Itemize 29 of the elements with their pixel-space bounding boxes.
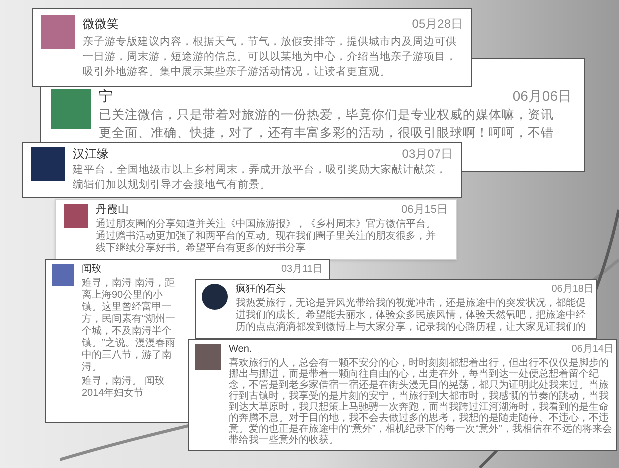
comment-text: 我热爱旅行，无论是异风光带给我的视觉冲击，还是旅途中的突发状况，都能促进我们的成长。希望能去丽水，体验众多民族风情，体验天然氧吧，把旅途中经历的点点滴滴都发到微博上与大家分享，记录我的心路历程，让大家见证我们的 [236,298,587,334]
user-name: Wen. [229,344,252,356]
comment-date: 03月11日 [281,264,323,276]
photo-placeholder [202,284,228,310]
photo-placeholder [31,147,65,181]
comment-date: 06月18日 [552,284,594,296]
user-name: 疯狂的石头 [236,284,286,296]
user-name: 汉江缘 [73,147,109,161]
comment-date: 06月06日 [512,89,572,104]
comment-text: 喜欢旅行的人，总会有一颗不安分的心，时时刻刻都想着出行，但出行不仅仅是脚步的挪出与挪进，而是带着一颗向往自由的心，出走在外，每当到达一处便总想着留个纪念，不管是到老乡家借宿一宿还是在街头漫无目的晃荡，都只为证明此处我来过。当旅行到古镇时，我享受的是片刻的安宁，当旅行到大都市时，我感慨的节奏的跳动，当我到达大草原时，我只想策上马驰骋一次奔跑，而当我跨过江河湖海时，我看到的是生命的奔腾不息。对于目的地，我不会去做过多的思考，我想的是随走随停、不违心，不违意。爱的也正是在旅途中的“意外”，相机纪录下的每一次“意外”，我相信在不远的将来会带给我一些意外的收获。 [229,358,614,446]
photo-placeholder [64,204,88,228]
comment-date: 06月15日 [402,204,448,217]
comment-date: 05月28日 [412,16,463,33]
comment-text: 难寻，南浔 南浔，距离上海90公里的小镇。这里曾经富甲一方，民间素有“湖州一个城，不及南浔半个镇。”之说。漫漫春雨中的三八节，游了南浔。 [82,278,176,374]
comment-date: 03月07日 [402,147,453,161]
comment-date: 06月14日 [572,344,614,356]
user-name: 宁 [99,89,113,104]
comment-text: 亲子游专版建议内容，根据天气，节气，放假安排等，提供城市内及周边可供一日游，周末游，短途游的信息。可以以某地为中心，介绍当地亲子游项目，吸引外地游客。集中展示某些亲子游活动情况，让读者更直观。 [83,35,458,80]
photo-placeholder [52,264,74,286]
comment-text: 通过朋友圈的分享知道并关注《中国旅游报》，《乡村周末》官方微信平台。通过赠书活动更加强了和两平台的互动。现在我们圈子里关注的朋友很多，并线下继续分享好书。希望平台有更多的好书分享 [96,219,437,255]
photo-placeholder [41,15,75,49]
comment-closing: 难寻，南浔。 闻玫2014年妇女节 [82,376,166,400]
photo-placeholder [195,344,221,370]
comment-text: 建平台，全国地级市以上乡村周末，弄成开放平台，吸引奖励大家献计献策，编辑们加以规划引导才会接地气有前景。 [73,163,448,193]
user-name: 微微笑 [83,16,119,33]
comment-text: 已关注微信，只是带着对旅游的一份热爱，毕竟你们是专业权威的媒体嘛，资讯更全面、准确、快捷，对了，还有丰富多彩的活动，很吸引眼球啊！呵呵，不错 [99,107,555,142]
user-name: 丹霞山 [96,204,129,217]
photo-placeholder [51,89,91,129]
user-name: 闻玫 [82,264,102,276]
